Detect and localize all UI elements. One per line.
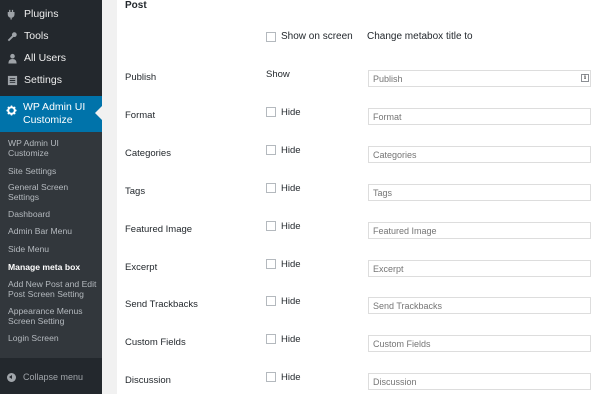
hide-checkbox[interactable] [266, 145, 276, 155]
column-header: Show on screen Change metabox title to [117, 31, 600, 45]
hide-label: Hide [281, 145, 301, 156]
info-icon: ℹ [581, 74, 589, 82]
hide-label: Hide [281, 183, 301, 194]
format-title-input[interactable] [368, 108, 591, 125]
menu-item-label: Settings [24, 74, 62, 86]
hide-checkbox[interactable] [266, 107, 276, 117]
menu-item-tools[interactable]: Tools [0, 25, 102, 47]
tags-title-input[interactable] [368, 184, 591, 201]
metabox-row-discussion: Discussion Hide [117, 372, 600, 394]
menu-item-label: All Users [24, 52, 67, 64]
custom-fields-title-input[interactable] [368, 335, 591, 352]
hide-label: Hide [281, 221, 301, 232]
metabox-row-categories: Categories Hide [117, 145, 600, 167]
show-on-screen-header: Show on screen [281, 31, 353, 42]
submenu-item-dashboard[interactable]: Dashboard [8, 209, 100, 219]
metabox-row-tags: Tags Hide [117, 183, 600, 205]
categories-title-input[interactable] [368, 146, 591, 163]
send-trackbacks-title-input[interactable] [368, 297, 591, 314]
menu-item-label: Plugins [24, 8, 59, 20]
metabox-label: Custom Fields [125, 337, 186, 348]
menu-item-plugins[interactable]: Plugins [0, 3, 102, 25]
menu-item-wp-admin-ui-customize[interactable]: WP Admin UI Customize [0, 96, 102, 132]
user-icon [6, 52, 18, 64]
metabox-row-send-trackbacks: Send Trackbacks Hide [117, 296, 600, 318]
settings-icon [6, 74, 18, 86]
hide-label: Hide [281, 334, 301, 345]
submenu-item-side-menu[interactable]: Side Menu [8, 244, 100, 254]
metabox-label: Categories [125, 148, 171, 159]
metabox-label: Featured Image [125, 224, 193, 235]
submenu-item-appearance-menus-screen-setting[interactable]: Appearance Menus Screen Setting [8, 306, 100, 326]
menu-item-all-users[interactable]: All Users [0, 47, 102, 69]
submenu-item-manage-meta-box[interactable]: Manage meta box [8, 262, 100, 272]
hide-label: Hide [281, 259, 301, 270]
hide-checkbox[interactable] [266, 221, 276, 231]
submenu-item-general-screen-settings[interactable]: General Screen Settings [8, 182, 100, 202]
discussion-title-input[interactable] [368, 373, 591, 390]
publish-title-input[interactable] [368, 70, 591, 87]
show-label: Show [266, 69, 290, 80]
metabox-label: Tags [125, 186, 146, 197]
plugin-icon [6, 8, 18, 20]
submenu-item-admin-bar-menu[interactable]: Admin Bar Menu [8, 226, 100, 236]
hide-checkbox[interactable] [266, 183, 276, 193]
change-title-header: Change metabox title to [367, 31, 473, 42]
active-menu-label: WP Admin UI Customize [23, 101, 86, 126]
active-indicator [95, 106, 102, 120]
show-on-screen-all-checkbox[interactable] [266, 32, 276, 42]
excerpt-title-input[interactable] [368, 260, 591, 277]
metabox-label: Excerpt [125, 262, 158, 273]
metabox-row-format: Format Hide [117, 107, 600, 129]
metabox-label: Send Trackbacks [125, 299, 198, 310]
hide-label: Hide [281, 107, 301, 118]
gear-icon [6, 105, 17, 116]
featured-image-title-input[interactable] [368, 222, 591, 239]
hide-checkbox[interactable] [266, 296, 276, 306]
collapse-menu-button[interactable]: Collapse menu [0, 366, 102, 388]
submenu-item-wp-admin-ui-customize[interactable]: WP Admin UI Customize [8, 138, 100, 158]
hide-checkbox[interactable] [266, 334, 276, 344]
submenu-item-site-settings[interactable]: Site Settings [8, 166, 100, 176]
metabox-label: Format [125, 110, 156, 121]
panel-title: Post [125, 0, 147, 11]
menu-item-settings[interactable]: Settings [0, 69, 102, 91]
metabox-row-custom-fields: Custom Fields Hide [117, 334, 600, 356]
metabox-row-publish: Publish Show ℹ [117, 69, 600, 91]
metabox-row-excerpt: Excerpt Hide [117, 259, 600, 281]
menu-item-label: Tools [24, 30, 49, 42]
hide-checkbox[interactable] [266, 259, 276, 269]
hide-label: Hide [281, 296, 301, 307]
submenu: WP Admin UI Customize Site Settings Gene… [0, 132, 102, 358]
collapse-menu-label: Collapse menu [23, 372, 84, 382]
metabox-label: Discussion [125, 375, 171, 386]
hide-label: Hide [281, 372, 301, 383]
hide-checkbox[interactable] [266, 372, 276, 382]
metabox-row-featured-image: Featured Image Hide [117, 221, 600, 243]
wrench-icon [6, 30, 18, 42]
metabox-label: Publish [125, 72, 157, 83]
submenu-item-login-screen[interactable]: Login Screen [8, 333, 100, 343]
submenu-item-add-new-post-and-edit-post-screen-setting[interactable]: Add New Post and Edit Post Screen Settin… [8, 279, 100, 299]
meta-box-settings-panel: Post Show on screen Change metabox title… [117, 0, 600, 394]
admin-sidebar: Plugins Tools All Users Settings WP Admi… [0, 0, 102, 394]
collapse-arrow-icon [7, 372, 16, 382]
